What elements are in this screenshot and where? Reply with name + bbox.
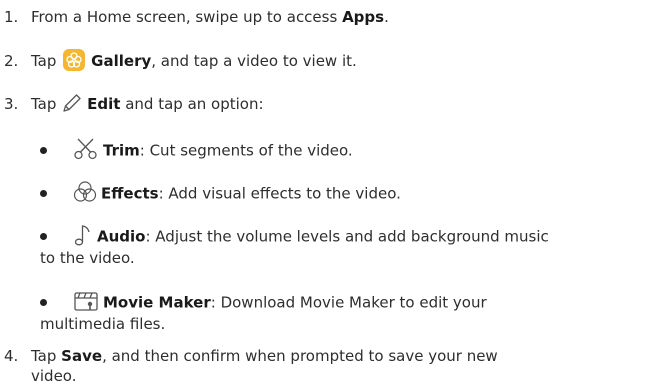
bullet-dot — [40, 299, 47, 306]
step-text-end: , and tap a video to view it. — [151, 52, 357, 70]
step-4: 4. Tap Save, and then confirm when prompt… — [4, 345, 498, 367]
gallery-icon — [63, 48, 86, 71]
scissors-icon — [73, 137, 99, 161]
audio-text-line2: to the video. — [40, 249, 135, 267]
effects-text: : Add visual effects to the video. — [158, 184, 401, 203]
step-text: From a Home screen, swipe up to access — [31, 8, 343, 26]
step-3: 3. Tap Edit and tap an option: — [4, 93, 264, 116]
step-number: 4. — [4, 347, 19, 365]
bullet-dot — [40, 190, 47, 197]
trim-text: : Cut segments of the video. — [139, 141, 353, 160]
bullet-dot — [40, 147, 47, 154]
audio-text: : Adjust the volume levels and add backg… — [145, 227, 549, 246]
instructions-page: 1. From a Home screen, swipe up to access… — [0, 0, 653, 385]
apps-label: Apps — [342, 8, 385, 26]
audio-label: Audio — [97, 227, 146, 246]
step-number: 1. — [4, 8, 19, 26]
bullet-dot — [40, 233, 47, 240]
step-text: Tap — [31, 347, 62, 365]
clapperboard-icon — [73, 289, 99, 313]
edit-label: Edit — [87, 95, 121, 113]
step-number: 3. — [4, 95, 19, 113]
pencil-icon — [61, 92, 83, 114]
step-text: Tap — [31, 95, 62, 113]
music-note-icon — [73, 223, 93, 247]
effects-icon — [73, 180, 97, 204]
movie-maker-label: Movie Maker — [103, 293, 211, 312]
effects-label: Effects — [101, 184, 159, 203]
movie-maker-text: : Download Movie Maker to edit your — [210, 293, 487, 312]
save-label: Save — [61, 347, 103, 365]
step-text-end: , and then confirm when prompted to save… — [102, 347, 498, 365]
step-2: 2. Tap Gallery, and tap a video to view i… — [4, 48, 357, 73]
step-text-end: and tap an option: — [120, 95, 264, 113]
movie-maker-text-line2: multimedia files. — [40, 315, 166, 333]
step-number: 2. — [4, 52, 19, 70]
gallery-label: Gallery — [91, 52, 152, 70]
step-1: 1. From a Home screen, swipe up to access… — [4, 6, 389, 28]
step-4-line2: video. — [31, 367, 77, 385]
trim-label: Trim — [103, 141, 140, 160]
step-text-end: . — [384, 8, 389, 26]
step-text: Tap — [31, 52, 62, 70]
